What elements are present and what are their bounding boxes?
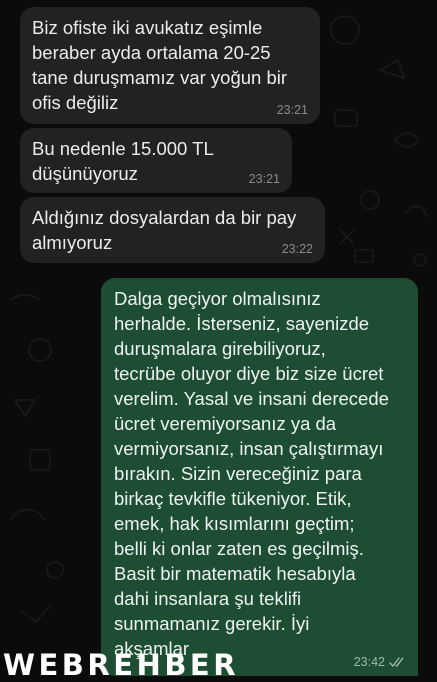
message-text: Aldığınız dosyalardan da bir pay almıyor… [32, 207, 297, 253]
message-timestamp: 23:42 [353, 655, 385, 669]
message-timestamp: 23:21 [248, 172, 280, 186]
message-timestamp: 23:22 [281, 242, 313, 256]
message-timestamp: 23:21 [276, 103, 308, 117]
double-check-read-icon [389, 656, 406, 668]
message-meta: 23:42 [354, 655, 406, 669]
message-text: Biz ofiste iki avukatız eşimle beraber a… [32, 17, 288, 113]
message-text: Bu nedenle 15.000 TL düşünüyoruz [32, 138, 214, 184]
incoming-message-bubble[interactable]: Biz ofiste iki avukatız eşimle beraber a… [20, 7, 320, 124]
message-text: Dalga geçiyor olmalısınız herhalde. İste… [114, 288, 389, 659]
incoming-message-bubble[interactable]: Bu nedenle 15.000 TL düşünüyoruz 23:21 [20, 128, 292, 193]
outgoing-message-bubble[interactable]: Dalga geçiyor olmalısınız herhalde. İste… [101, 278, 418, 676]
chat-conversation[interactable]: Biz ofiste iki avukatız eşimle beraber a… [0, 0, 437, 680]
incoming-message-bubble[interactable]: Aldığınız dosyalardan da bir pay almıyor… [20, 197, 325, 263]
